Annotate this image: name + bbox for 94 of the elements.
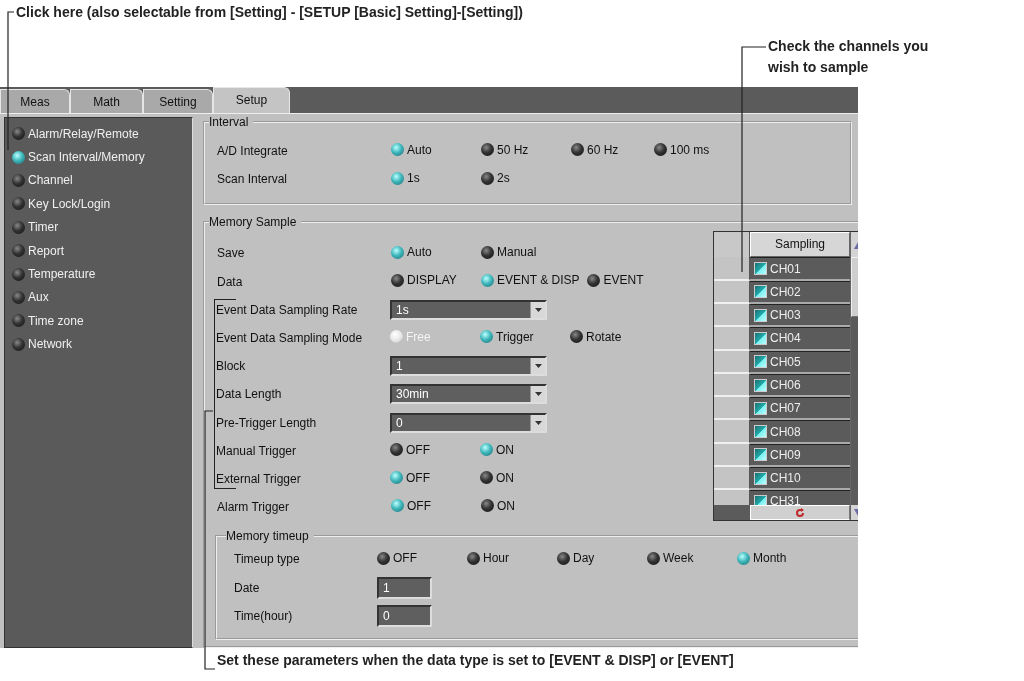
channel-checkbox[interactable]: CH02: [750, 280, 850, 304]
tab[interactable]: Setting: [143, 89, 213, 113]
sidebar-item[interactable]: Channel: [12, 173, 73, 188]
group-title: Memory Sample: [209, 215, 298, 230]
radio-button[interactable]: EVENT & DISP: [481, 273, 580, 288]
radio-button[interactable]: Rotate: [570, 329, 622, 344]
field-label: Event Data Sampling Rate: [216, 302, 359, 317]
sidebar-item[interactable]: Scan Interval/Memory: [12, 150, 145, 165]
radio-button[interactable]: 50 Hz: [481, 142, 529, 157]
caret-icon: [530, 386, 545, 403]
radio-button[interactable]: 1s: [391, 171, 420, 186]
radio-button[interactable]: Auto: [391, 245, 432, 260]
field-label: Manual Trigger: [216, 443, 298, 458]
radio-button[interactable]: OFF: [390, 470, 430, 485]
tab[interactable]: Setup: [213, 87, 290, 113]
sidebar-item[interactable]: Alarm/Relay/Remote: [12, 126, 139, 141]
group-title: Memory timeup: [226, 529, 310, 544]
field-label: Pre-Trigger Length: [216, 415, 318, 430]
channel-checkbox[interactable]: CH01: [750, 257, 850, 281]
caret-icon: [530, 301, 545, 318]
channel-checkbox[interactable]: CH10: [750, 467, 850, 491]
radio-button[interactable]: ON: [480, 442, 514, 457]
field-label: Alarm Trigger: [217, 500, 291, 515]
radio-button[interactable]: Month: [737, 551, 787, 566]
input-field[interactable]: 0: [377, 604, 432, 627]
field-label: Date: [234, 580, 261, 595]
callout-text: Check the channels you wish to sample: [768, 37, 930, 77]
radio-button[interactable]: 60 Hz: [571, 142, 619, 157]
group-title: Interval: [209, 115, 250, 129]
channel-checkbox[interactable]: CH09: [750, 443, 850, 468]
channel-checkbox[interactable]: CH04: [750, 327, 850, 351]
radio-button[interactable]: Trigger: [480, 329, 534, 344]
dropdown-field[interactable]: 1: [390, 356, 547, 377]
field-label: External Trigger: [216, 471, 302, 486]
radio-button[interactable]: OFF: [391, 498, 431, 513]
channel-checkbox[interactable]: CH31: [750, 490, 850, 506]
sidebar-item[interactable]: Network: [12, 337, 72, 352]
radio-button[interactable]: Hour: [467, 551, 509, 566]
tab[interactable]: Math: [70, 89, 143, 113]
caret-icon: [530, 414, 545, 431]
sidebar-item[interactable]: Report: [12, 243, 65, 258]
field-label: A/D Integrate: [217, 144, 289, 159]
channel-label: CH02: [770, 284, 801, 299]
field-label: Data: [217, 274, 244, 289]
input-field[interactable]: 1: [377, 576, 432, 599]
channel-label: CH08: [770, 424, 801, 439]
channel-label: CH07: [770, 401, 801, 416]
sidebar-item[interactable]: Key Lock/Login: [12, 196, 111, 211]
column-header: Sampling: [750, 232, 850, 258]
radio-button[interactable]: Day: [557, 551, 595, 566]
channel-label: CH09: [770, 447, 801, 462]
radio-button[interactable]: 2s: [481, 171, 510, 186]
radio-button[interactable]: Auto: [391, 142, 432, 157]
channel-checkbox[interactable]: CH06: [750, 373, 850, 398]
sidebar-item[interactable]: Temperature: [12, 267, 96, 282]
channel-checkbox[interactable]: CH05: [750, 350, 850, 374]
channel-label: CH05: [770, 354, 801, 369]
tab[interactable]: Meas: [0, 89, 70, 113]
field-label: Data Length: [216, 387, 283, 402]
channel-label: CH03: [770, 308, 801, 323]
channel-checkbox[interactable]: CH07: [750, 397, 850, 421]
caret-icon: [530, 358, 545, 375]
radio-button[interactable]: 100 ms: [654, 142, 710, 157]
dropdown-field[interactable]: 0: [390, 412, 547, 433]
sidebar-item[interactable]: Timer: [12, 220, 59, 235]
field-label: Time(hour): [234, 608, 294, 623]
callout-text: Set these parameters when the data type is set to [EVENT & DISP] or [EVENT]: [216, 651, 735, 669]
channel-checkbox[interactable]: CH03: [750, 303, 850, 328]
table-footer: [714, 505, 750, 521]
sidebar-item[interactable]: Aux: [12, 290, 49, 305]
field-label: Save: [217, 246, 246, 261]
field-label: Scan Interval: [217, 172, 289, 187]
field-label: Block: [216, 359, 247, 374]
channel-label: CH06: [770, 378, 801, 392]
refresh-icon[interactable]: [750, 505, 850, 521]
channel-checkbox[interactable]: CH08: [750, 420, 850, 444]
field-label: Timeup type: [234, 552, 301, 567]
radio-button[interactable]: ON: [480, 470, 514, 485]
callout-text: Click here (also selectable from [Setting] - [SETUP [Basic] Setting]-[Setting]): [15, 3, 524, 21]
dropdown-field[interactable]: 1s: [390, 299, 547, 320]
sidebar-item[interactable]: Time zone: [12, 313, 84, 328]
radio-button[interactable]: Manual: [481, 245, 537, 260]
channel-label: CH10: [770, 471, 801, 486]
channel-label: CH04: [770, 331, 801, 346]
radio-button[interactable]: OFF: [390, 442, 430, 457]
radio-button[interactable]: ON: [481, 498, 515, 513]
field-label: Event Data Sampling Mode: [216, 331, 364, 346]
radio-button[interactable]: DISPLAY: [391, 273, 457, 288]
radio-button[interactable]: EVENT: [587, 273, 644, 288]
channel-label: CH01: [770, 261, 801, 276]
dropdown-field[interactable]: 30min: [390, 384, 547, 405]
channel-label: CH31: [770, 494, 801, 506]
radio-button[interactable]: OFF: [377, 551, 417, 566]
radio-button[interactable]: Week: [647, 551, 694, 566]
